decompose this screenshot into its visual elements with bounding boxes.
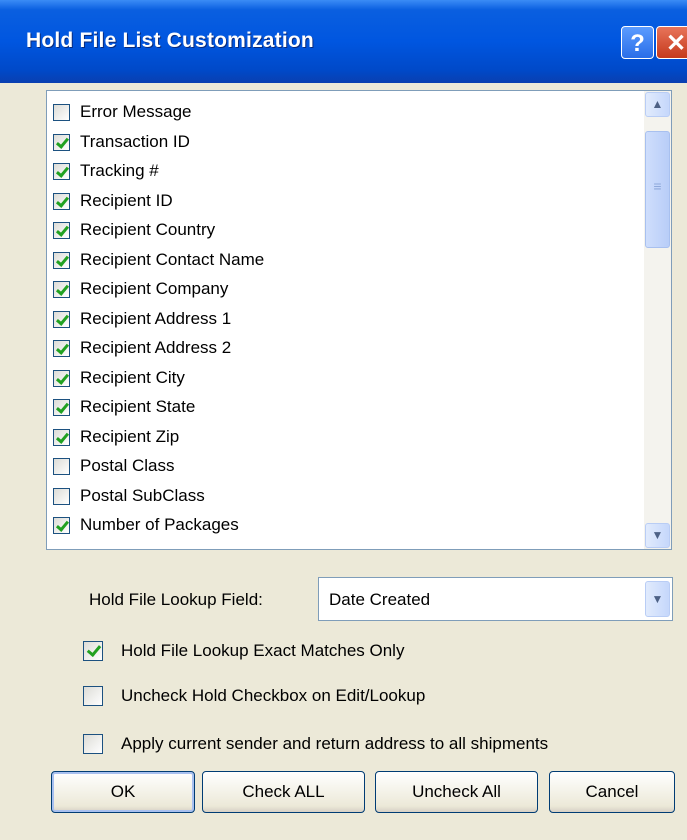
list-item-checkbox[interactable]: [53, 251, 70, 269]
option-label: Hold File Lookup Exact Matches Only: [121, 641, 405, 660]
list-item-label: Number of Packages: [80, 515, 239, 534]
option-checkbox[interactable]: [83, 734, 103, 754]
list-item-label: Recipient State: [80, 397, 196, 416]
list-item[interactable]: Recipient Address 1: [53, 305, 231, 333]
list-item-label: Recipient Company: [80, 279, 229, 298]
list-item[interactable]: Transaction ID: [53, 128, 190, 156]
window-title: Hold File List Customization: [26, 29, 314, 52]
option-uncheck-hold[interactable]: Uncheck Hold Checkbox on Edit/Lookup: [83, 686, 425, 706]
list-item-checkbox[interactable]: [53, 280, 70, 298]
cancel-button[interactable]: Cancel: [549, 771, 675, 813]
list-item-label: Tracking #: [80, 161, 159, 180]
list-item-checkbox[interactable]: [53, 103, 70, 121]
check-all-button[interactable]: Check ALL: [202, 771, 365, 813]
list-item-label: Recipient City: [80, 368, 185, 387]
list-item[interactable]: Recipient Address 2: [53, 334, 231, 362]
list-item-checkbox[interactable]: [53, 192, 70, 210]
list-item-checkbox[interactable]: [53, 339, 70, 357]
list-item[interactable]: Tracking #: [53, 157, 159, 185]
list-item-checkbox[interactable]: [53, 221, 70, 239]
list-item[interactable]: Recipient Contact Name: [53, 246, 264, 274]
list-item[interactable]: Postal SubClass: [53, 482, 205, 510]
option-exact-matches[interactable]: Hold File Lookup Exact Matches Only: [83, 641, 404, 661]
list-item-label: Recipient ID: [80, 191, 173, 210]
list-item[interactable]: Recipient Country: [53, 216, 215, 244]
list-item-checkbox[interactable]: [53, 516, 70, 534]
close-button[interactable]: ✕: [656, 26, 687, 59]
list-item-checkbox[interactable]: [53, 133, 70, 151]
list-item-label: Transaction ID: [80, 132, 190, 151]
list-item[interactable]: Number of Packages: [53, 511, 239, 539]
chevron-down-icon[interactable]: ▼: [645, 581, 670, 617]
list-item-checkbox[interactable]: [53, 369, 70, 387]
list-item-label: Recipient Address 1: [80, 309, 232, 328]
list-item-label: Recipient Address 2: [80, 338, 232, 357]
lookup-field-select[interactable]: Date Created ▼: [318, 577, 673, 621]
list-item[interactable]: Recipient Company: [53, 275, 228, 303]
list-scrollbar[interactable]: ▲ ▼: [644, 91, 671, 549]
list-item-checkbox[interactable]: [53, 310, 70, 328]
list-item-checkbox[interactable]: [53, 457, 70, 475]
list-item-label: Postal Class: [80, 456, 175, 475]
chevron-down-icon[interactable]: ▼: [645, 523, 670, 548]
list-item-checkbox[interactable]: [53, 487, 70, 505]
list-item[interactable]: Recipient City: [53, 364, 185, 392]
help-button[interactable]: ?: [621, 26, 654, 59]
list-item-label: Recipient Country: [80, 220, 216, 239]
column-list[interactable]: Error Message Transaction ID Tracking # …: [46, 90, 672, 550]
list-item-checkbox[interactable]: [53, 398, 70, 416]
list-item[interactable]: Error Message: [53, 98, 191, 126]
list-item-label: Error Message: [80, 102, 192, 121]
option-checkbox[interactable]: [83, 686, 103, 706]
list-item-label: Postal SubClass: [80, 486, 205, 505]
list-item-label: Recipient Contact Name: [80, 250, 265, 269]
option-label: Uncheck Hold Checkbox on Edit/Lookup: [121, 686, 426, 705]
lookup-field-value: Date Created: [329, 590, 431, 609]
option-checkbox[interactable]: [83, 641, 103, 661]
list-item-checkbox[interactable]: [53, 162, 70, 180]
list-item[interactable]: Recipient Zip: [53, 423, 179, 451]
list-item[interactable]: Recipient State: [53, 393, 195, 421]
lookup-field-label: Hold File Lookup Field:: [89, 590, 263, 609]
list-item[interactable]: Recipient ID: [53, 187, 173, 215]
uncheck-all-button[interactable]: Uncheck All: [375, 771, 538, 813]
chevron-up-icon[interactable]: ▲: [645, 92, 670, 117]
title-bar[interactable]: Hold File List Customization ? ✕: [0, 0, 687, 83]
dialog-window: Hold File List Customization ? ✕ Error M…: [0, 0, 687, 840]
list-item-label: Recipient Zip: [80, 427, 180, 446]
option-apply-sender[interactable]: Apply current sender and return address …: [83, 734, 548, 754]
scrollbar-thumb[interactable]: [645, 131, 670, 248]
list-item-checkbox[interactable]: [53, 428, 70, 446]
list-item[interactable]: Postal Class: [53, 452, 174, 480]
ok-button[interactable]: OK: [51, 771, 195, 813]
option-label: Apply current sender and return address …: [121, 734, 549, 753]
